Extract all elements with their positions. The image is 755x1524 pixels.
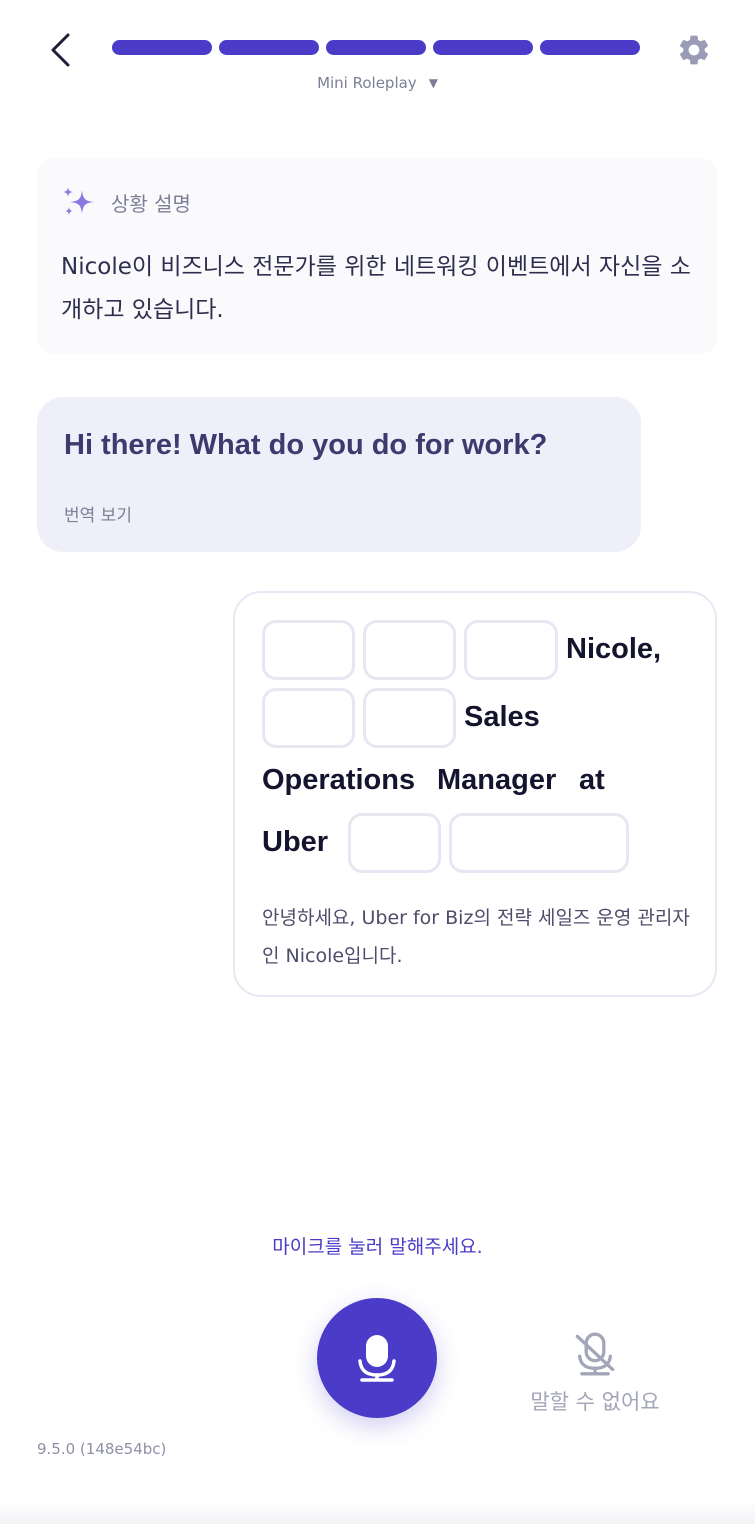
ai-message-bubble: Hi there! What do you do for work? 번역 보기 <box>37 397 641 552</box>
cant-speak-label: 말할 수 없어요 <box>530 1390 660 1414</box>
situation-title: 상황 설명 <box>111 191 191 216</box>
situation-description: Nicole이 비즈니스 전문가를 위한 네트워킹 이벤트에서 자신을 소개하고… <box>61 254 691 323</box>
microphone-icon <box>358 1335 396 1382</box>
progress-segment <box>540 40 640 55</box>
microphone-off-icon <box>575 1332 615 1376</box>
answer-blank[interactable] <box>262 620 355 680</box>
progress-segment <box>326 40 426 55</box>
ai-message-text: Hi there! What do you do for work? <box>64 429 548 461</box>
situation-card: 상황 설명 Nicole이 비즈니스 전문가를 위한 네트워킹 이벤트에서 자신… <box>37 158 717 354</box>
answer-word: Operations <box>262 764 416 796</box>
gear-icon <box>679 35 709 65</box>
back-button[interactable] <box>40 28 80 72</box>
answer-word: at <box>579 764 605 796</box>
answer-blank[interactable] <box>363 688 456 748</box>
mic-hint: 마이크를 눌러 말해주세요. <box>272 1236 483 1258</box>
answer-blank[interactable] <box>449 813 629 873</box>
caret-down-icon: ▼ <box>428 76 438 90</box>
answer-blank[interactable] <box>363 620 456 680</box>
app-version: 9.5.0 (148e54bc) <box>37 1440 167 1458</box>
cant-speak-button[interactable]: 말할 수 없어요 <box>520 1332 670 1428</box>
settings-button[interactable] <box>674 30 714 70</box>
progress-bar <box>112 40 640 55</box>
microphone-button[interactable] <box>317 1298 437 1418</box>
sparkle-icon <box>63 187 94 215</box>
progress-segment <box>433 40 533 55</box>
mode-label: Mini Roleplay <box>317 74 417 92</box>
answer-translation: 안녕하세요, Uber for Biz의 전략 세일즈 운영 관리자인 Nico… <box>262 907 690 967</box>
answer-card: Nicole, Sales Operations Manager at Uber… <box>233 591 717 997</box>
answer-blank[interactable] <box>262 688 355 748</box>
answer-word: Sales <box>464 701 540 733</box>
answer-word: Manager <box>437 764 557 796</box>
progress-segment <box>112 40 212 55</box>
mode-selector[interactable]: Mini Roleplay ▼ <box>0 74 755 92</box>
answer-word: Nicole, <box>566 633 662 665</box>
answer-word: Uber <box>262 826 329 858</box>
chevron-left-icon <box>51 33 70 67</box>
bottom-divider <box>0 1500 755 1524</box>
show-translation-button[interactable]: 번역 보기 <box>64 501 132 526</box>
progress-segment <box>219 40 319 55</box>
answer-blank[interactable] <box>348 813 441 873</box>
answer-blank[interactable] <box>464 620 558 680</box>
